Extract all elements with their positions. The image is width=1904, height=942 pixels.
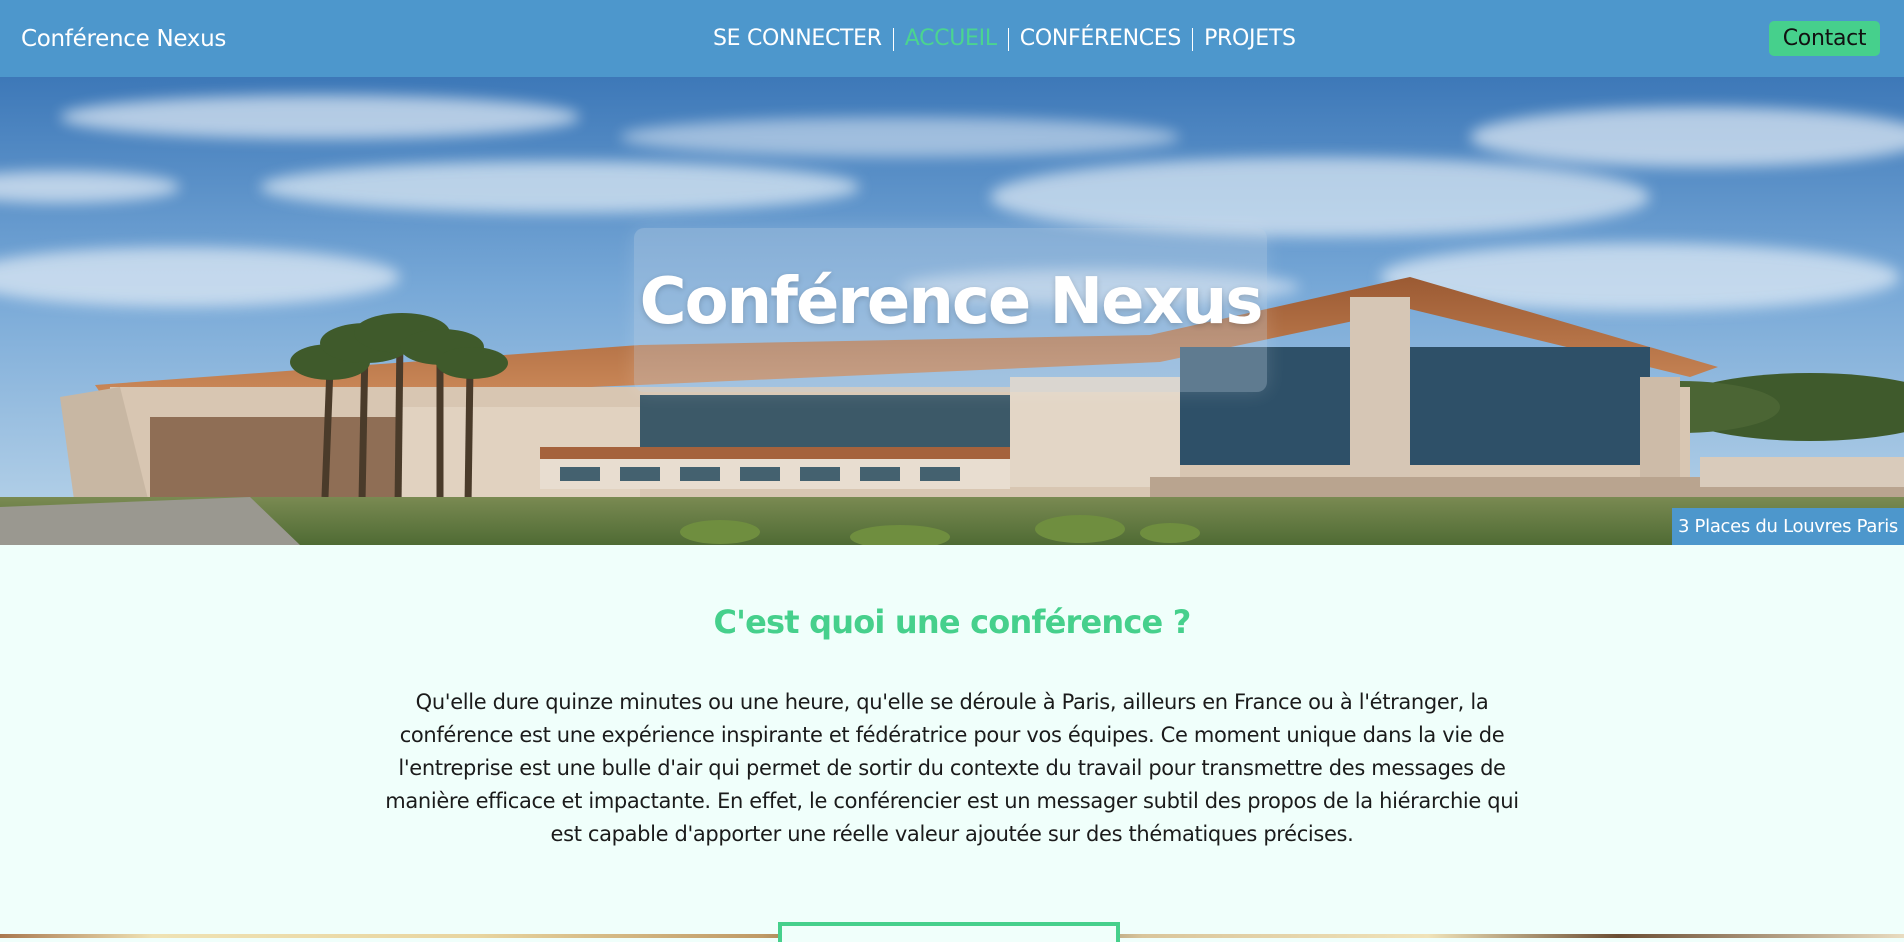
- hero-title: Conférence Nexus: [639, 265, 1264, 339]
- hero-banner: Conférence Nexus 3 Places du Louvres Par…: [0, 77, 1904, 545]
- nav-login[interactable]: SE CONNECTER: [713, 24, 893, 54]
- nav-conferences[interactable]: CONFÉRENCES: [1009, 24, 1192, 54]
- address-badge: 3 Places du Louvres Paris: [1671, 508, 1904, 545]
- top-navbar: Conférence Nexus SE CONNECTER ACCUEIL CO…: [0, 0, 1904, 77]
- brand-link[interactable]: Conférence Nexus: [21, 24, 226, 54]
- section-heading: C'est quoi une conférence ?: [713, 603, 1191, 641]
- main-nav: SE CONNECTER ACCUEIL CONFÉRENCES PROJETS: [713, 24, 1307, 54]
- nav-projects[interactable]: PROJETS: [1193, 24, 1307, 54]
- section-paragraph: Qu'elle dure quinze minutes ou une heure…: [385, 690, 1519, 846]
- contact-button[interactable]: Contact: [1769, 21, 1880, 56]
- nav-home[interactable]: ACCUEIL: [894, 24, 1008, 54]
- cta-button[interactable]: [778, 922, 1120, 942]
